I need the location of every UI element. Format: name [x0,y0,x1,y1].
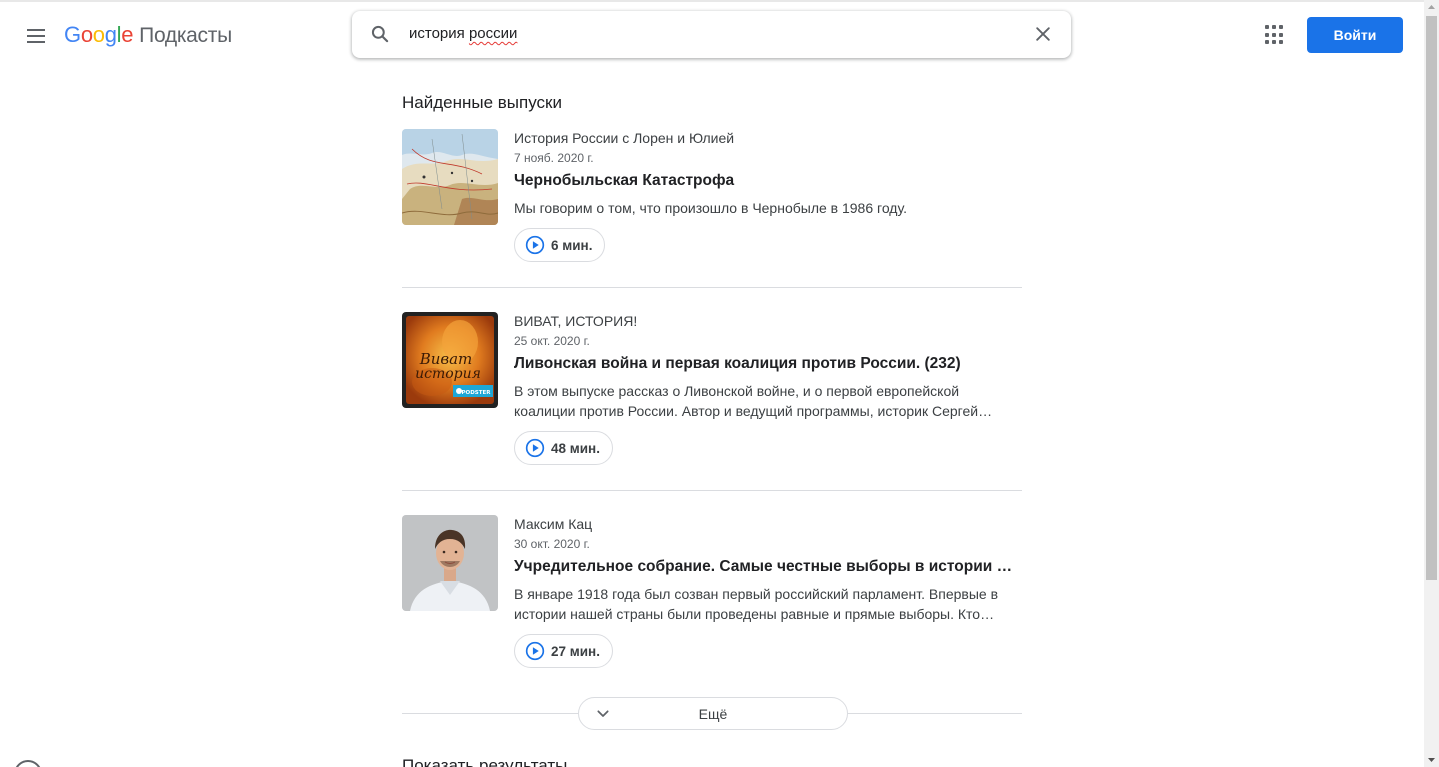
episode-item[interactable]: История России с Лорен и Юлией 7 нояб. 2… [402,129,1022,269]
podcast-name[interactable]: Максим Кац [514,516,592,532]
thumb-badge: PODSTER [462,390,492,396]
episode-duration: 6 мин. [551,237,593,253]
logo-letter: g [104,22,117,47]
thumb-title-line2: история [415,366,481,382]
episode-description: В январе 1918 года был созван первый рос… [514,586,999,622]
apps-grid-icon[interactable] [1265,25,1285,45]
play-circle-icon [525,438,545,458]
search-query-word: история [409,25,465,42]
more-button-label: Ещё [698,706,728,722]
episode-title[interactable]: Учредительное собрание. Самые честные вы… [514,558,1022,576]
scrollbar[interactable] [1424,0,1439,767]
divider [402,490,1022,491]
more-button[interactable]: Ещё [578,697,848,730]
section-title: Найденные выпуски [402,93,562,112]
play-button[interactable]: 48 мин. [514,431,613,465]
partial-icon [14,760,42,767]
browser-top-edge [0,0,1424,2]
podcasts-page: Google Подкасты история россии Войти Най… [0,0,1439,767]
scrollbar-thumb[interactable] [1426,16,1437,580]
episode-date: 30 окт. 2020 г. [514,537,590,551]
episode-title[interactable]: Ливонская война и первая коалиция против… [514,355,1022,373]
google-podcasts-logo[interactable]: Google Подкасты [64,22,232,50]
episode-duration: 48 мин. [551,440,600,456]
play-circle-icon [525,235,545,255]
logo-letter: e [121,22,134,47]
podcast-name[interactable]: ВИВАТ, ИСТОРИЯ! [514,313,637,329]
episode-date: 25 окт. 2020 г. [514,334,590,348]
menu-icon[interactable] [24,24,48,48]
episode-item[interactable]: Виват история PODSTER ВИВАТ, ИСТОРИЯ! 25… [402,312,1022,465]
divider [402,287,1022,288]
play-button[interactable]: 27 мин. [514,634,613,668]
episode-duration: 27 мин. [551,643,600,659]
search-input[interactable]: история россии [409,25,517,42]
logo-letter: o [92,22,105,47]
search-query-word-misspelled: россии [468,25,518,42]
episode-item[interactable]: Максим Кац 30 окт. 2020 г. Учредительное… [402,515,1022,668]
next-section-title: Показать результаты [402,756,568,767]
logo-letter: o [80,22,93,47]
episode-description: В этом выпуске рассказ о Ливонской войне… [514,383,979,419]
search-box[interactable]: история россии [352,11,1071,58]
product-name: Подкасты [139,24,232,47]
episode-thumbnail-map[interactable] [402,129,498,225]
episode-title[interactable]: Чернобыльская Катастрофа [514,172,1022,190]
episode-description: Мы говорим о том, что произошло в Черноб… [514,200,907,216]
episode-date: 7 нояб. 2020 г. [514,151,594,165]
close-icon[interactable] [1033,24,1053,44]
search-icon[interactable] [370,24,390,44]
logo-letter: G [64,22,81,47]
episode-thumbnail-vivat[interactable]: Виват история PODSTER [402,312,498,408]
scroll-down-arrow-icon[interactable] [1424,752,1439,767]
play-circle-icon [525,641,545,661]
scroll-up-arrow-icon[interactable] [1424,0,1439,15]
play-button[interactable]: 6 мин. [514,228,606,262]
episode-thumbnail-portrait[interactable] [402,515,498,611]
signin-button[interactable]: Войти [1307,17,1403,53]
podcast-name[interactable]: История России с Лорен и Юлией [514,130,734,146]
